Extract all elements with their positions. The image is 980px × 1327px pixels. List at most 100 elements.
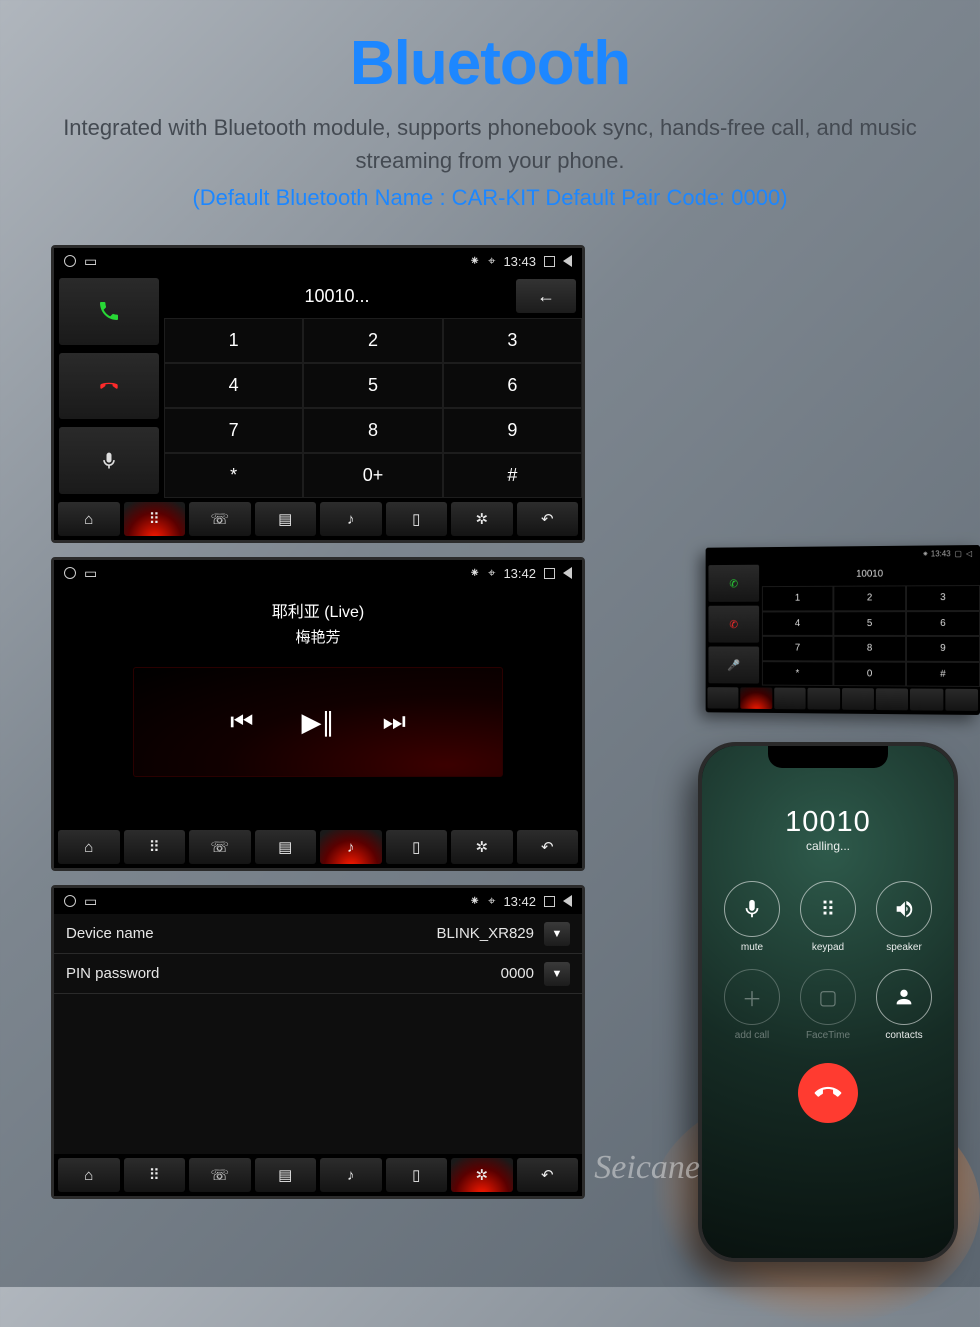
phone-keypad-button[interactable]: ⠿ <box>800 881 856 937</box>
track-artist: 梅艳芳 <box>295 626 340 647</box>
bottom-nav: ⌂ ⠿ ☏ ▤ ♪ ▯ ✲ ↶ <box>54 498 582 540</box>
mn-item[interactable] <box>741 687 772 709</box>
dialed-number: 10010... <box>164 286 510 307</box>
device-name-dropdown[interactable]: ▼ <box>544 922 570 946</box>
nav-device-icon[interactable]: ▯ <box>386 1158 448 1192</box>
device-name-value: BLINK_XR829 <box>436 925 534 942</box>
mn-item[interactable] <box>708 687 739 709</box>
backspace-button[interactable]: ← <box>516 279 576 313</box>
mn-item[interactable] <box>808 688 840 710</box>
nav-phonebook-icon[interactable]: ▤ <box>255 1158 317 1192</box>
mount-mic-button[interactable]: 🎤 <box>708 646 759 683</box>
nav-phonebook-icon[interactable]: ▤ <box>255 502 317 536</box>
nav-dialpad-icon[interactable]: ⠿ <box>124 1158 186 1192</box>
nav-contacts-icon[interactable]: ☏ <box>189 502 251 536</box>
settings-screen: ▭ ⁕ ⌖ 13:42 Device name BLINK_XR829 ▼ PI… <box>51 885 585 1199</box>
m-key[interactable]: 1 <box>762 586 833 611</box>
call-side-buttons <box>54 274 164 498</box>
phone-dialed-number: 10010 <box>785 806 871 839</box>
nav-back-icon[interactable]: ↶ <box>517 830 579 864</box>
nav-home-icon[interactable]: ⌂ <box>58 502 120 536</box>
nav-home-icon[interactable]: ⌂ <box>58 1158 120 1192</box>
apps-icon: ▭ <box>84 253 97 270</box>
home-circle-icon[interactable] <box>64 255 76 267</box>
mic-button[interactable] <box>59 427 159 494</box>
m-key[interactable]: 9 <box>906 636 980 662</box>
key-star[interactable]: * <box>164 453 303 498</box>
key-8[interactable]: 8 <box>303 408 442 453</box>
key-9[interactable]: 9 <box>443 408 582 453</box>
nav-dialpad-icon[interactable]: ⠿ <box>124 502 186 536</box>
nav-back-icon[interactable]: ↶ <box>517 502 579 536</box>
m-key[interactable]: * <box>762 661 833 686</box>
mn-item[interactable] <box>774 688 806 710</box>
nav-music-icon[interactable]: ♪ <box>320 502 382 536</box>
mount-answer-button[interactable]: ✆ <box>708 565 759 602</box>
nav-contacts-icon[interactable]: ☏ <box>189 1158 251 1192</box>
phone-speaker-label: speaker <box>886 942 922 953</box>
key-0[interactable]: 0+ <box>303 453 442 498</box>
music-player-area: 耶利亚 (Live) 梅艳芳 ⏮ ▶∥ ⏭ <box>54 586 582 826</box>
key-2[interactable]: 2 <box>303 318 442 363</box>
phone-end-call-button[interactable] <box>786 1051 871 1136</box>
phone-addcall-button[interactable]: ＋ <box>724 969 780 1025</box>
nav-device-icon[interactable]: ▯ <box>386 502 448 536</box>
nav-contacts-icon[interactable]: ☏ <box>189 830 251 864</box>
key-hash[interactable]: # <box>443 453 582 498</box>
back-nav-icon[interactable] <box>563 255 572 267</box>
default-info: (Default Bluetooth Name : CAR-KIT Defaul… <box>60 185 920 211</box>
phone-speaker-button[interactable] <box>876 881 932 937</box>
location-icon: ⌖ <box>488 893 495 909</box>
mn-item[interactable] <box>910 689 943 711</box>
recent-icon[interactable] <box>544 256 555 267</box>
back-nav-icon[interactable] <box>563 567 572 579</box>
play-pause-icon[interactable]: ▶∥ <box>302 707 335 738</box>
m-key[interactable]: 3 <box>906 585 980 611</box>
mount-hangup-button[interactable]: ✆ <box>708 606 759 643</box>
nav-back-icon[interactable]: ↶ <box>517 1158 579 1192</box>
back-nav-icon[interactable] <box>563 895 572 907</box>
key-5[interactable]: 5 <box>303 363 442 408</box>
phone-contacts-button[interactable] <box>876 969 932 1025</box>
m-key[interactable]: # <box>906 661 980 687</box>
recent-icon[interactable] <box>544 896 555 907</box>
recent-icon[interactable] <box>544 568 555 579</box>
nav-music-icon[interactable]: ♪ <box>320 1158 382 1192</box>
nav-music-icon[interactable]: ♪ <box>320 830 382 864</box>
m-key[interactable]: 4 <box>762 611 833 636</box>
home-circle-icon[interactable] <box>64 895 76 907</box>
nav-settings-icon[interactable]: ✲ <box>451 1158 513 1192</box>
nav-dialpad-icon[interactable]: ⠿ <box>124 830 186 864</box>
location-icon: ⌖ <box>488 253 495 269</box>
nav-phonebook-icon[interactable]: ▤ <box>255 830 317 864</box>
phone-call-status: calling... <box>806 839 850 853</box>
m-key[interactable]: 7 <box>762 636 833 661</box>
nav-home-icon[interactable]: ⌂ <box>58 830 120 864</box>
key-6[interactable]: 6 <box>443 363 582 408</box>
nav-settings-icon[interactable]: ✲ <box>451 502 513 536</box>
m-key[interactable]: 8 <box>833 636 906 661</box>
mn-item[interactable] <box>945 689 978 711</box>
status-bar: ▭ ⁕ ⌖ 13:42 <box>54 560 582 586</box>
m-key[interactable]: 5 <box>833 611 906 636</box>
mn-item[interactable] <box>876 688 909 710</box>
m-key[interactable]: 6 <box>906 611 980 637</box>
key-7[interactable]: 7 <box>164 408 303 453</box>
home-circle-icon[interactable] <box>64 567 76 579</box>
phone-facetime-button[interactable]: ▢ <box>800 969 856 1025</box>
mn-item[interactable] <box>842 688 874 710</box>
key-1[interactable]: 1 <box>164 318 303 363</box>
next-track-icon[interactable]: ⏭ <box>383 706 406 738</box>
phone-screen: 10010 calling... mute ⠿ keypad speaker <box>702 746 954 1258</box>
nav-settings-icon[interactable]: ✲ <box>451 830 513 864</box>
call-answer-button[interactable] <box>59 278 159 345</box>
key-3[interactable]: 3 <box>443 318 582 363</box>
phone-mute-button[interactable] <box>724 881 780 937</box>
key-4[interactable]: 4 <box>164 363 303 408</box>
m-key[interactable]: 0 <box>833 661 906 687</box>
nav-device-icon[interactable]: ▯ <box>386 830 448 864</box>
prev-track-icon[interactable]: ⏮ <box>230 706 253 738</box>
pin-dropdown[interactable]: ▼ <box>544 962 570 986</box>
m-key[interactable]: 2 <box>833 585 906 610</box>
call-hangup-button[interactable] <box>59 353 159 420</box>
